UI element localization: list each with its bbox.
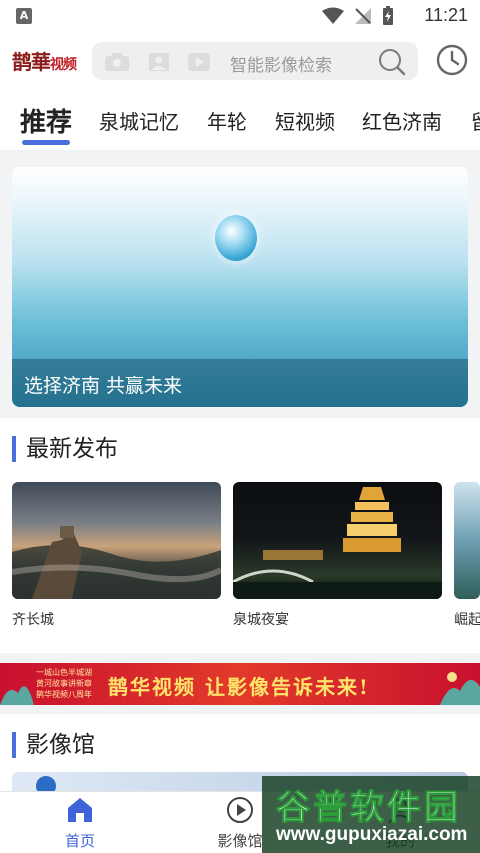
tab-short-video[interactable]: 短视频 <box>275 106 335 135</box>
banner-small-text: 一城山色半城湖 黄河故事讲新章 鹊华视频八周年 <box>36 668 92 699</box>
watermark-url: www.gupuxiazai.com <box>276 824 468 845</box>
app-header: 鹊華视频 智能影像检索 <box>0 34 480 90</box>
video-card-title: 泉城夜宴 <box>233 612 289 628</box>
video-card[interactable]: 崛起 <box>454 482 480 629</box>
play-circle-icon <box>227 797 253 823</box>
video-card[interactable]: 齐长城 <box>12 482 221 629</box>
video-card[interactable]: 泉城夜宴 <box>233 482 442 629</box>
pagoda-scene-graphic <box>233 487 442 599</box>
tab-recommend[interactable]: 推荐 <box>20 102 72 139</box>
watermark-title: 谷普软件园 <box>276 788 461 829</box>
video-icon[interactable] <box>186 53 212 71</box>
nav-home[interactable]: 首页 <box>0 792 160 853</box>
tab-red-jinan[interactable]: 红色济南 <box>362 106 442 135</box>
no-signal-icon <box>355 8 371 24</box>
tab-spring-city-memory[interactable]: 泉城记忆 <box>99 106 179 135</box>
hero-caption: 选择济南 共赢未来 <box>12 359 468 407</box>
portrait-icon[interactable] <box>146 53 172 71</box>
banner-slogan: 鹊华视频 让影像告诉未来! <box>108 675 370 699</box>
site-watermark: 谷普软件园 www.gupuxiazai.com <box>262 776 480 853</box>
video-card-title: 齐长城 <box>12 612 54 628</box>
search-bar[interactable]: 智能影像检索 <box>92 42 418 80</box>
search-icon[interactable] <box>378 48 406 76</box>
wifi-icon <box>322 7 344 24</box>
search-placeholder: 智能影像检索 <box>230 56 332 76</box>
logo-main: 鹊華 <box>12 50 51 74</box>
home-icon <box>68 798 92 822</box>
latest-section: 最新发布 齐长城 泉城夜宴 崛起 <box>0 418 480 653</box>
video-card-title: 崛起 <box>454 612 480 628</box>
battery-charging-icon <box>383 6 393 25</box>
rise-thumbnail[interactable] <box>454 482 480 599</box>
camera-icon[interactable] <box>104 53 130 71</box>
active-tab-indicator <box>22 140 70 145</box>
tab-annual-rings[interactable]: 年轮 <box>207 106 247 135</box>
status-icons <box>322 6 394 26</box>
history-icon[interactable] <box>436 44 468 76</box>
app-logo: 鹊華视频 <box>12 46 77 75</box>
tab-overflow[interactable]: 留 <box>471 106 480 135</box>
hero-caption-text: 选择济南 共赢未来 <box>24 375 183 397</box>
latest-section-title: 最新发布 <box>12 436 118 462</box>
nav-home-label: 首页 <box>64 832 95 850</box>
great-wall-thumbnail[interactable] <box>12 482 221 599</box>
category-tabs: 推荐 泉城记忆 年轮 短视频 红色济南 留 <box>0 90 480 150</box>
promo-banner[interactable]: 一城山色半城湖 黄河故事讲新章 鹊华视频八周年 鹊华视频 让影像告诉未来! <box>0 663 480 705</box>
hero-banner[interactable]: 选择济南 共赢未来 <box>12 167 468 407</box>
night-feast-thumbnail[interactable] <box>233 482 442 599</box>
water-drop-graphic <box>215 215 257 261</box>
notification-icon: A <box>16 8 32 24</box>
clock: 11:21 <box>424 5 468 25</box>
wall-scene-graphic <box>12 526 221 599</box>
status-bar: A 11:21 <box>0 0 480 34</box>
gallery-section-title: 影像馆 <box>12 732 95 758</box>
logo-sub: 视频 <box>50 57 77 73</box>
